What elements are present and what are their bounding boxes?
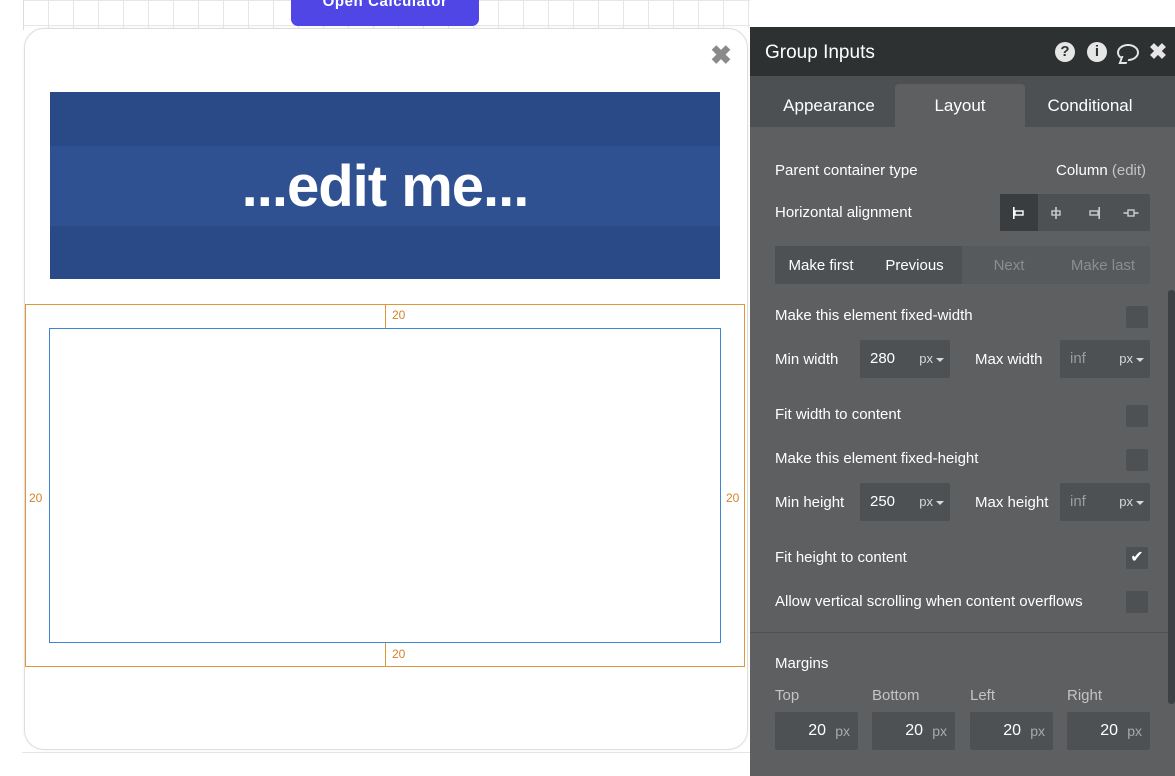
margin-top-label: 20 <box>392 308 406 322</box>
editor-canvas: Open Calculator ✖ ...edit me... 20 20 20… <box>0 0 750 776</box>
max-height-field[interactable]: inf px <box>1060 483 1150 521</box>
max-width-unit-dropdown[interactable]: px <box>1119 351 1144 366</box>
align-right-icon[interactable] <box>1075 194 1113 231</box>
margin-bottom-guide <box>385 643 386 666</box>
min-height-field[interactable]: 250 px <box>860 483 950 521</box>
comment-icon[interactable] <box>1117 44 1139 61</box>
banner-text-element[interactable]: ...edit me... <box>50 92 720 279</box>
margin-bottom-caption: Bottom <box>872 687 920 704</box>
fixed-height-checkbox[interactable] <box>1126 449 1148 471</box>
min-width-field[interactable]: 280 px <box>860 340 950 378</box>
section-divider <box>750 632 1175 633</box>
banner-text: ...edit me... <box>241 154 530 219</box>
margin-left-unit: px <box>1030 723 1045 739</box>
fit-width-checkbox[interactable] <box>1126 405 1148 427</box>
margin-bottom-field[interactable]: 20 px <box>872 712 955 750</box>
checkmark-icon: ✔ <box>1130 549 1144 566</box>
tab-layout[interactable]: Layout <box>895 84 1025 127</box>
open-calculator-button[interactable]: Open Calculator <box>291 0 479 26</box>
min-height-value: 250 <box>870 493 896 510</box>
fit-height-checkbox[interactable]: ✔ <box>1126 547 1148 569</box>
margin-top-value: 20 <box>808 722 826 739</box>
min-width-label: Min width <box>775 351 839 368</box>
info-icon[interactable]: i <box>1087 42 1107 62</box>
panel-title: Group Inputs <box>765 42 875 63</box>
min-height-unit-dropdown[interactable]: px <box>919 494 944 509</box>
margin-left-caption: Left <box>970 687 996 704</box>
margin-right-unit: px <box>1127 723 1142 739</box>
margin-top-guide <box>385 305 386 328</box>
panel-header: Group Inputs ? i ✖ <box>750 27 1175 76</box>
element-order-controls: Make first Previous Next Make last <box>775 246 1150 284</box>
previous-button[interactable]: Previous <box>867 246 962 284</box>
tab-appearance[interactable]: Appearance <box>764 84 894 127</box>
max-width-label: Max width <box>975 351 1043 368</box>
margin-bottom-value: 20 <box>905 722 923 739</box>
margin-bottom-label: 20 <box>392 647 406 661</box>
close-icon[interactable]: ✖ <box>709 42 733 68</box>
fixed-width-label: Make this element fixed-width <box>775 307 973 324</box>
make-first-button[interactable]: Make first <box>775 246 867 284</box>
help-icon[interactable]: ? <box>1055 42 1075 62</box>
max-height-unit-dropdown[interactable]: px <box>1119 494 1144 509</box>
grid-edge-bottom <box>22 752 750 753</box>
min-width-value: 280 <box>870 350 896 367</box>
tab-conditional[interactable]: Conditional <box>1025 84 1155 127</box>
fixed-width-checkbox[interactable] <box>1126 306 1148 328</box>
margins-title: Margins <box>775 655 829 672</box>
horizontal-alignment-control <box>1000 194 1150 231</box>
horizontal-alignment-label: Horizontal alignment <box>775 204 912 221</box>
min-width-unit-dropdown[interactable]: px <box>919 351 944 366</box>
max-width-field[interactable]: inf px <box>1060 340 1150 378</box>
max-width-placeholder: inf <box>1070 350 1086 367</box>
fit-width-label: Fit width to content <box>775 406 901 423</box>
panel-scrollbar[interactable] <box>1168 290 1175 704</box>
parent-container-type: Column <box>1056 162 1108 179</box>
parent-container-edit-link[interactable]: (edit) <box>1112 162 1146 179</box>
margin-right-caption: Right <box>1067 687 1103 704</box>
margin-left-label: 20 <box>29 491 43 505</box>
margin-top-unit: px <box>835 723 850 739</box>
close-icon[interactable]: ✖ <box>1148 41 1168 63</box>
max-height-placeholder: inf <box>1070 493 1086 510</box>
vertical-scroll-label: Allow vertical scrolling when content ov… <box>775 593 1083 610</box>
max-height-label: Max height <box>975 494 1049 511</box>
group-inputs-element[interactable] <box>49 328 721 643</box>
align-left-icon[interactable] <box>1000 194 1038 231</box>
margin-top-field[interactable]: 20 px <box>775 712 858 750</box>
panel-tabs: Appearance Layout Conditional <box>750 76 1175 127</box>
next-button[interactable]: Next <box>962 246 1056 284</box>
margin-left-value: 20 <box>1003 722 1021 739</box>
fixed-height-label: Make this element fixed-height <box>775 450 979 467</box>
margin-bottom-unit: px <box>932 723 947 739</box>
margin-top-caption: Top <box>775 687 800 704</box>
align-distribute-icon[interactable] <box>1113 194 1151 231</box>
margin-right-label: 20 <box>726 491 740 505</box>
parent-container-value: Column (edit) <box>1056 162 1146 179</box>
margin-left-field[interactable]: 20 px <box>970 712 1053 750</box>
fit-height-label: Fit height to content <box>775 549 907 566</box>
min-height-label: Min height <box>775 494 845 511</box>
make-last-button[interactable]: Make last <box>1056 246 1150 284</box>
vertical-scroll-checkbox[interactable] <box>1126 591 1148 613</box>
margin-right-value: 20 <box>1100 722 1118 739</box>
parent-container-label: Parent container type <box>775 162 918 179</box>
margin-right-field[interactable]: 20 px <box>1067 712 1150 750</box>
align-center-icon[interactable] <box>1038 194 1076 231</box>
open-calculator-label: Open Calculator <box>322 0 448 10</box>
grid-edge <box>23 0 24 30</box>
property-editor: Group Inputs ? i ✖ Appearance Layout Con… <box>750 27 1175 776</box>
